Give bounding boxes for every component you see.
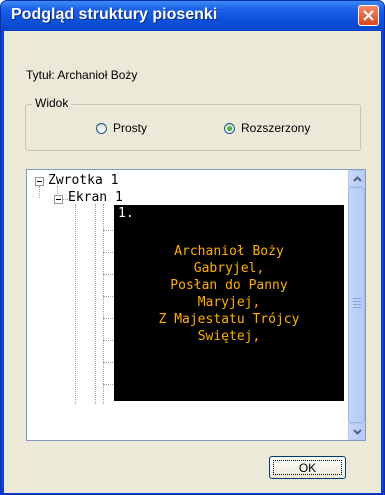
tree-node-screen[interactable]: Ekran 1 (68, 190, 123, 205)
scroll-down-button[interactable] (348, 423, 365, 440)
slide-lyrics: Archanioł Boży Gabryjel, Posłan do Panny… (114, 243, 344, 345)
chevron-down-icon (353, 429, 362, 435)
close-icon (363, 10, 374, 21)
radio-rozszerzony-label: Rozszerzony (241, 121, 311, 135)
scroll-thumb[interactable] (348, 187, 365, 423)
lyric-line: Gabryjel, (193, 261, 265, 276)
view-groupbox: Widok Prosty Rozszerzony (25, 96, 361, 151)
dialog-body: Tytuł: Archanioł Boży Widok Prosty Rozsz… (4, 31, 381, 493)
lyric-line: Z Majestatu Trójcy (158, 312, 300, 327)
radio-prosty[interactable]: Prosty (96, 120, 147, 136)
radio-prosty-label: Prosty (113, 121, 148, 135)
scroll-up-button[interactable] (348, 170, 365, 187)
radio-prosty-indicator[interactable] (96, 122, 107, 134)
lyric-line: Archanioł Boży (174, 244, 284, 259)
window-title: Podgląd struktury piosenki (11, 6, 218, 23)
radio-rozszerzony-indicator[interactable] (224, 122, 235, 134)
vertical-scrollbar[interactable] (348, 170, 365, 440)
title-bar[interactable]: Podgląd struktury piosenki (1, 1, 384, 31)
chevron-up-icon (353, 176, 362, 182)
radio-rozszerzony[interactable]: Rozszerzony (224, 120, 310, 136)
close-button[interactable] (358, 5, 379, 26)
slide-preview[interactable]: 1. Archanioł Boży Gabryjel, Posłan do Pa… (114, 205, 344, 401)
ok-button[interactable]: OK (269, 456, 346, 479)
tree-node-verse[interactable]: Zwrotka 1 (48, 173, 118, 188)
lyric-line: Maryjej, (197, 295, 261, 310)
collapse-icon[interactable] (54, 195, 63, 204)
collapse-icon[interactable] (35, 177, 44, 186)
lyric-line: Swiętej, (197, 329, 261, 344)
lyric-line: Posłan do Panny (170, 278, 288, 293)
slide-number: 1. (118, 206, 134, 221)
structure-tree[interactable]: Zwrotka 1 Ekran 1 1. Archanioł Boży Gabr… (26, 169, 366, 441)
view-legend: Widok (32, 96, 72, 110)
focus-rect (273, 460, 342, 475)
song-title-label: Tytuł: Archanioł Boży (26, 68, 138, 82)
dialog-window: Podgląd struktury piosenki Tytuł: Archan… (0, 0, 385, 495)
